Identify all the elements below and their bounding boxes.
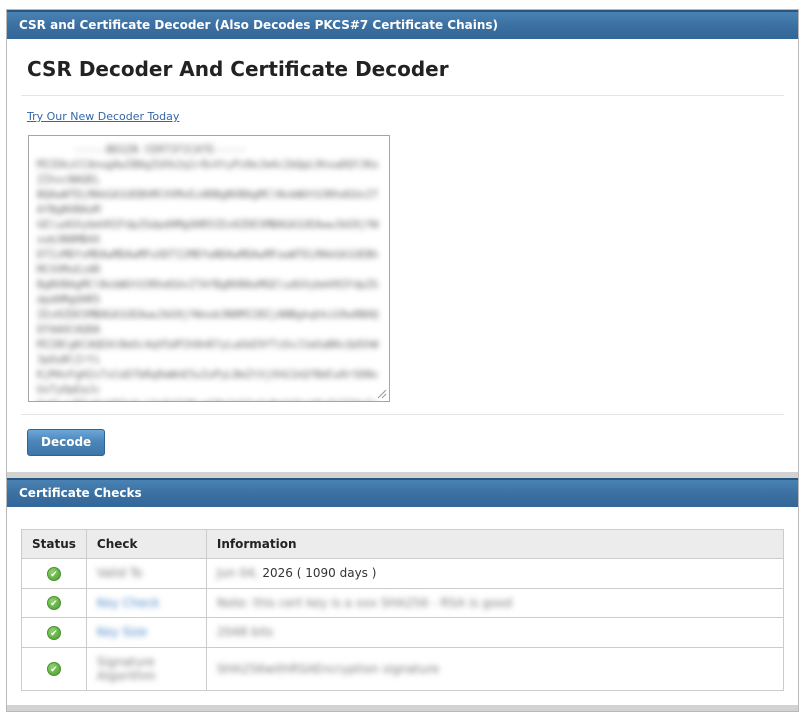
try-new-decoder-link[interactable]: Try Our New Decoder Today [27, 110, 179, 123]
green-check-icon: ✔ [47, 626, 61, 640]
table-row: ✔ Signature Algorithm SHA256withRSAEncry… [22, 647, 784, 690]
table-header-row: Status Check Information [22, 530, 784, 559]
blurred-check-label: Signature Algorithm [97, 655, 156, 683]
information-cell: Note: this cert key is a xxx SHA256 - RS… [206, 588, 783, 618]
title-divider [21, 95, 784, 96]
page-title: CSR Decoder And Certificate Decoder [21, 49, 784, 91]
column-header-information: Information [206, 530, 783, 559]
certificate-checks-body: Status Check Information ✔ Valid To [7, 507, 798, 705]
column-header-check: Check [86, 530, 206, 559]
bottom-gap-strip [7, 705, 798, 711]
textarea-resize-grip-icon[interactable] [375, 387, 387, 399]
csr-decoder-panel: CSR and Certificate Decoder (Also Decode… [7, 10, 798, 472]
blurred-check-label: Valid To [97, 566, 142, 580]
table-row: ✔ Key Size 2048 bits [22, 618, 784, 648]
certificate-checks-panel: Certificate Checks Status Check Informat… [7, 478, 798, 705]
status-cell: ✔ [22, 618, 87, 648]
status-cell: ✔ [22, 647, 87, 690]
csr-decoder-panel-body: CSR Decoder And Certificate Decoder Try … [7, 39, 798, 472]
table-row: ✔ Valid To Jun 04, 2026 ( 1090 days ) [22, 559, 784, 589]
information-cell: Jun 04, 2026 ( 1090 days ) [206, 559, 783, 589]
check-cell: Key Check [86, 588, 206, 618]
decode-button[interactable]: Decode [27, 429, 105, 456]
button-divider [21, 414, 784, 415]
csr-decoder-panel-header: CSR and Certificate Decoder (Also Decode… [7, 10, 798, 39]
blurred-csr-content: -----BEGIN CERTIFICATE----- MIIDkzCCAnug… [29, 136, 389, 402]
column-header-status: Status [22, 530, 87, 559]
certificate-checks-table: Status Check Information ✔ Valid To [21, 529, 784, 691]
blurred-check-link[interactable]: Key Check [97, 596, 159, 610]
check-cell: Valid To [86, 559, 206, 589]
visible-info-text: 2026 ( 1090 days ) [262, 566, 376, 580]
csr-input-textarea[interactable]: -----BEGIN CERTIFICATE----- MIIDkzCCAnug… [28, 135, 390, 402]
check-cell: Key Size [86, 618, 206, 648]
blurred-info-text: SHA256withRSAEncryption signature [217, 662, 439, 676]
blurred-info-text: Note: this cert key is a xxx SHA256 - RS… [217, 596, 512, 610]
status-cell: ✔ [22, 588, 87, 618]
table-row: ✔ Key Check Note: this cert key is a xxx… [22, 588, 784, 618]
page-container: CSR and Certificate Decoder (Also Decode… [6, 9, 799, 712]
certificate-checks-panel-header: Certificate Checks [7, 478, 798, 507]
blurred-check-link[interactable]: Key Size [97, 625, 147, 639]
information-cell: SHA256withRSAEncryption signature [206, 647, 783, 690]
status-cell: ✔ [22, 559, 87, 589]
check-cell: Signature Algorithm [86, 647, 206, 690]
green-check-icon: ✔ [47, 596, 61, 610]
green-check-icon: ✔ [47, 662, 61, 676]
blurred-info-text: Jun 04, [217, 566, 259, 580]
blurred-info-text: 2048 bits [217, 625, 273, 639]
information-cell: 2048 bits [206, 618, 783, 648]
green-check-icon: ✔ [47, 567, 61, 581]
